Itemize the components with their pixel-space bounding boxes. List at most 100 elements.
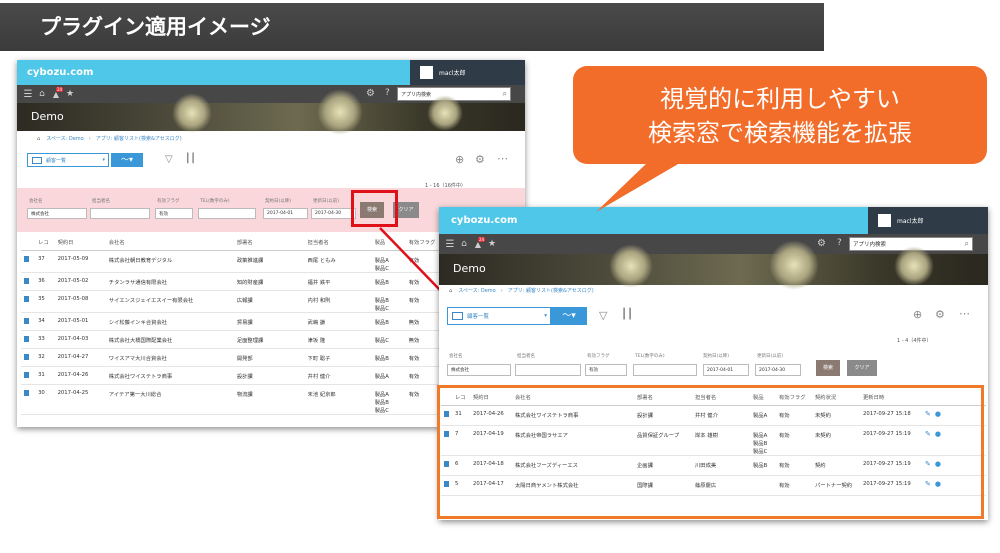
user-name: macl太郎 [897, 218, 924, 225]
tel-field[interactable] [633, 364, 697, 376]
update-date-field[interactable]: 2017-04-30 [311, 208, 356, 219]
field-label: TEL(数字のみ) [200, 199, 230, 204]
table-cell: 西尾 ともみ [308, 250, 375, 272]
column-header[interactable]: 製品 [375, 232, 409, 250]
tel-field[interactable] [198, 208, 256, 219]
home-icon[interactable]: ⌂ [35, 89, 49, 99]
row-icon-cell[interactable] [21, 384, 38, 414]
user-menu[interactable]: macl太郎 [410, 60, 525, 85]
more-icon[interactable]: ⋯ [497, 152, 508, 165]
bell-icon[interactable]: ▲ 24 [471, 236, 486, 249]
filter-icon[interactable]: ▽ [165, 154, 173, 165]
company-field[interactable]: 株式会社 [447, 364, 511, 376]
clear-button[interactable]: クリア [847, 360, 877, 376]
cell-text: 無効 [408, 337, 420, 344]
cell-text: 足面整理課 [236, 337, 264, 344]
filter-icon[interactable]: ▽ [599, 309, 607, 322]
bell-icon[interactable]: ▲ 24 [49, 86, 64, 99]
row-icon-cell[interactable] [21, 366, 38, 384]
table-cell: 福井 鉄平 [308, 272, 375, 290]
product-tag: 製品B [374, 297, 389, 304]
document-icon[interactable] [24, 317, 29, 324]
gear-icon[interactable]: ⚙ [366, 88, 375, 99]
table-cell: 足面整理課 [237, 330, 308, 348]
slide: プラグイン適用イメージ cybozu.com macl太郎 ☰ ⌂ ▲ 24 ★ … [0, 0, 1000, 553]
active-flag-select[interactable]: 有効 [585, 364, 627, 376]
column-header[interactable]: レコ [38, 232, 58, 250]
help-icon[interactable]: ? [837, 238, 842, 248]
chart-icon[interactable]: ┃┃ [621, 309, 633, 320]
company-field[interactable]: 株式会社 [27, 208, 87, 219]
search-icon[interactable]: ⌕ [503, 89, 507, 99]
chart-icon[interactable]: ┃┃ [185, 154, 196, 164]
avatar [878, 214, 891, 227]
gear-icon[interactable]: ⚙ [935, 308, 945, 321]
field-label: 担当者名 [517, 354, 535, 359]
search-icon[interactable]: ⌕ [965, 239, 969, 249]
cell-text: チタンラサ通信有限会社 [108, 279, 168, 286]
gear-icon[interactable]: ⚙ [817, 238, 826, 249]
plus-icon[interactable]: ⊕ [913, 308, 922, 321]
table-cell: 開発部 [237, 348, 308, 366]
graph-menu-button[interactable]: 〜▾ [551, 307, 587, 325]
cell-text: ワイスアマ大川合資会社 [108, 355, 167, 362]
user-menu[interactable]: macl太郎 [868, 207, 988, 234]
column-header[interactable]: 部署名 [237, 232, 308, 250]
home-icon[interactable]: ⌂ [37, 136, 40, 142]
active-flag-select[interactable]: 有効 [155, 208, 193, 219]
table-cell: 無効 [409, 330, 443, 348]
cell-text: 34 [38, 317, 45, 324]
cell-text: 井村 健介 [307, 373, 331, 380]
column-header[interactable]: 有効フラグ [409, 232, 443, 250]
home-icon[interactable]: ⌂ [457, 239, 471, 249]
update-date-field[interactable]: 2017-04-30 [755, 364, 801, 376]
row-icon-cell[interactable] [21, 290, 38, 312]
table-cell: 2017-04-26 [58, 366, 109, 384]
menu-icon[interactable]: ☰ [443, 239, 457, 250]
document-icon[interactable] [24, 353, 29, 360]
row-icon-cell[interactable] [21, 272, 38, 290]
document-icon[interactable] [24, 389, 29, 396]
search-button[interactable]: 検索 [816, 360, 840, 376]
row-icon-cell[interactable] [21, 348, 38, 366]
column-header[interactable]: 契約日 [58, 232, 109, 250]
plus-icon[interactable]: ⊕ [455, 153, 464, 166]
cell-text: 31 [38, 371, 45, 378]
document-icon[interactable] [24, 295, 29, 302]
view-select[interactable]: 顧客一覧 ▾ [447, 307, 551, 325]
table-cell: 井村 健介 [308, 366, 375, 384]
menu-icon[interactable]: ☰ [21, 89, 35, 100]
cell-text: 製品B [374, 319, 389, 326]
breadcrumb[interactable]: ⌂ スペース: Demo › アプリ: 顧客リスト(検索&アセスログ) [37, 135, 182, 142]
breadcrumb[interactable]: ⌂ スペース: Demo › アプリ: 顧客リスト(検索&アセスログ) [449, 287, 594, 294]
contract-date-field[interactable]: 2017-04-01 [263, 208, 308, 219]
column-header[interactable]: 担当者名 [308, 232, 375, 250]
document-icon[interactable] [24, 371, 29, 378]
graph-menu-button[interactable]: 〜▾ [111, 153, 143, 167]
column-header[interactable]: 会社名 [109, 232, 237, 250]
row-icon-cell[interactable] [21, 330, 38, 348]
cell-text: シイ松藤インキ合資会社 [108, 319, 168, 326]
cell-text: 西尾 ともみ [307, 257, 336, 264]
table-cell: 30 [38, 384, 58, 414]
home-icon[interactable]: ⌂ [449, 288, 452, 294]
person-field[interactable] [90, 208, 150, 219]
table-cell: 製品A 製品B 製品C [375, 384, 409, 414]
document-icon[interactable] [24, 335, 29, 342]
gear-icon[interactable]: ⚙ [475, 153, 485, 166]
app-header: cybozu.com macl太郎 [439, 207, 988, 234]
app-logo[interactable]: cybozu.com [27, 67, 93, 78]
table-cell: 2017-04-25 [58, 384, 109, 414]
row-icon-cell[interactable] [21, 312, 38, 330]
view-select[interactable]: 顧客一覧 ▾ [27, 153, 109, 167]
star-icon[interactable]: ★ [63, 89, 77, 99]
more-icon[interactable]: ⋯ [959, 307, 970, 320]
document-icon[interactable] [24, 255, 29, 262]
row-icon-cell[interactable] [21, 250, 38, 272]
person-field[interactable] [515, 364, 581, 376]
star-icon[interactable]: ★ [485, 239, 499, 249]
document-icon[interactable] [24, 277, 29, 284]
contract-date-field[interactable]: 2017-04-01 [703, 364, 749, 376]
app-logo[interactable]: cybozu.com [451, 215, 517, 226]
help-icon[interactable]: ? [385, 88, 390, 98]
